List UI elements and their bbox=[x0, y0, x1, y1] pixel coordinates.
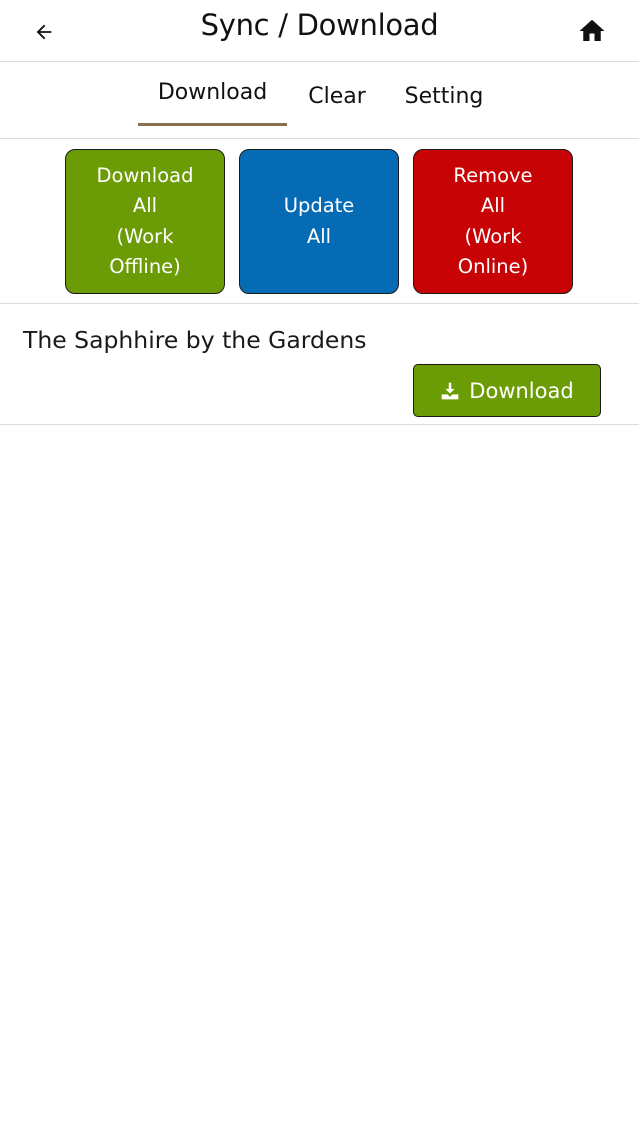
update-all-line-1: Update bbox=[283, 194, 355, 217]
update-all-line-2: All bbox=[306, 224, 332, 248]
tab-setting[interactable]: Setting bbox=[398, 84, 490, 132]
remove-all-line-3: (Work bbox=[464, 224, 522, 248]
home-button[interactable] bbox=[575, 14, 609, 48]
update-all-button[interactable]: Update All bbox=[239, 149, 399, 294]
download-all-line-3: (Work bbox=[116, 224, 174, 248]
download-all-line-2: All bbox=[132, 194, 158, 217]
download-all-line-4: Offline) bbox=[109, 255, 181, 278]
item-download-label: Download bbox=[469, 378, 574, 403]
page-title: Sync / Download bbox=[200, 8, 439, 42]
remove-all-button[interactable]: Remove All (Work Online) bbox=[413, 149, 573, 294]
remove-all-line-4: Online) bbox=[457, 255, 529, 278]
remove-all-line-1: Remove bbox=[453, 163, 533, 187]
remove-all-line-2: All bbox=[480, 194, 506, 217]
tab-bar: Download Clear Setting bbox=[0, 62, 639, 139]
header-bar: Sync / Download bbox=[0, 0, 639, 62]
item-download-button[interactable]: Download bbox=[413, 364, 601, 417]
sync-download-screen: Sync / Download Download Clear Setting D… bbox=[0, 0, 639, 1136]
bulk-actions: Download All (Work Offline) Update All R… bbox=[0, 139, 639, 304]
tab-download[interactable]: Download bbox=[138, 80, 287, 126]
item-title: The Saphhire by the Gardens bbox=[23, 326, 367, 354]
download-icon bbox=[440, 381, 460, 401]
home-icon bbox=[579, 19, 605, 41]
download-all-line-1: Download bbox=[96, 163, 194, 187]
tab-clear[interactable]: Clear bbox=[298, 84, 376, 132]
download-all-button[interactable]: Download All (Work Offline) bbox=[65, 149, 225, 294]
list-item: The Saphhire by the Gardens Download bbox=[0, 304, 639, 425]
